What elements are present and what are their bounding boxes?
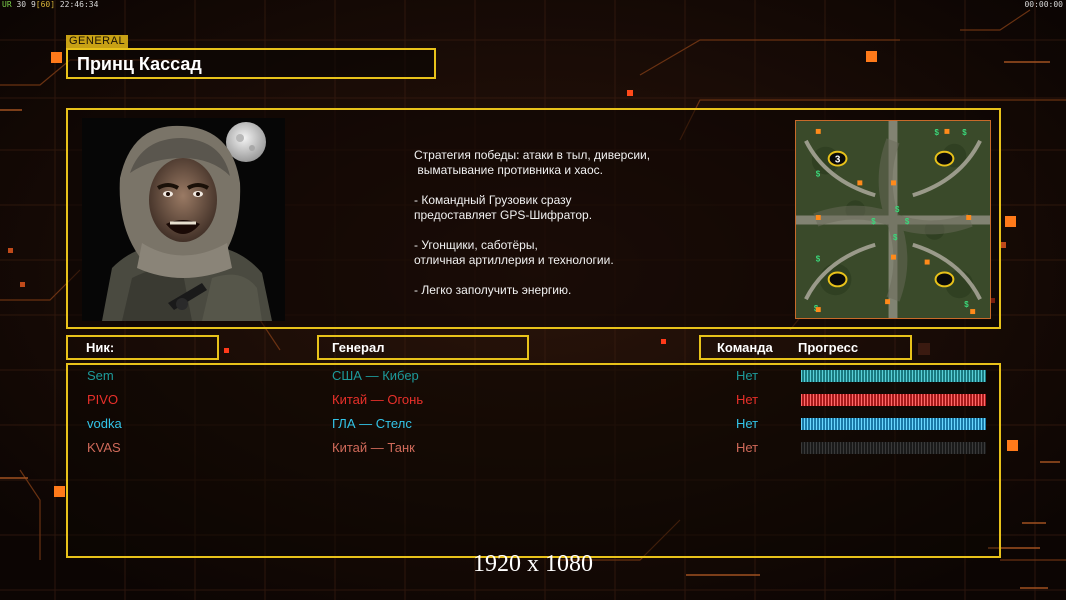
svg-text:$: $	[893, 233, 898, 242]
general-column-header: Генерал	[317, 335, 529, 360]
player-progress-fill	[801, 418, 986, 430]
fps-value-c: [60]	[35, 0, 56, 9]
svg-text:$: $	[962, 128, 967, 137]
player-row[interactable]: PIVO Китай — Огонь Нет	[68, 392, 999, 412]
fps-prefix: UR	[2, 0, 12, 9]
player-progress-bar	[801, 418, 986, 430]
player-team: Нет	[736, 440, 759, 455]
player-progress-bar	[801, 442, 986, 454]
nick-column-header: Ник:	[66, 335, 219, 360]
player-row[interactable]: KVAS Китай — Танк Нет	[68, 440, 999, 460]
player-progress-fill	[801, 394, 986, 406]
svg-text:$: $	[816, 255, 821, 264]
team-header-label: Команда	[717, 340, 773, 355]
player-team: Нет	[736, 368, 759, 383]
progress-header-label: Прогресс	[798, 340, 859, 355]
player-general: Китай — Огонь	[332, 392, 424, 407]
player-progress-bar	[801, 394, 986, 406]
svg-text:$: $	[871, 217, 876, 226]
general-description: Стратегия победы: атаки в тыл, диверсии,…	[414, 148, 651, 297]
resolution-label: 1920 x 1080	[473, 551, 593, 577]
player-nick: PIVO	[87, 392, 119, 407]
player-progress-fill	[801, 370, 986, 382]
player-nick: Sem	[87, 368, 114, 383]
svg-text:$: $	[816, 169, 821, 178]
system-time: 22:46:34	[59, 0, 99, 9]
svg-text:$: $	[895, 205, 900, 214]
player-general: Китай — Танк	[332, 440, 415, 455]
player-team: Нет	[736, 416, 759, 431]
player-nick: KVAS	[87, 440, 121, 455]
player-team: Нет	[736, 392, 759, 407]
general-name: Принц Кассад	[77, 54, 202, 74]
player-progress-bar	[801, 370, 986, 382]
general-info-panel: Стратегия победы: атаки в тыл, диверсии,…	[66, 108, 1001, 329]
player-row[interactable]: vodka ГЛА — Стелс Нет	[68, 416, 999, 436]
player-row[interactable]: Sem США — Кибер Нет	[68, 368, 999, 388]
game-timer: 00:00:00	[1024, 0, 1063, 9]
general-name-panel: Принц Кассад	[66, 48, 436, 79]
player-start-marker: 3	[835, 155, 841, 166]
general-tag: GENERAL	[66, 35, 129, 48]
fps-value-a: 30	[16, 0, 27, 9]
general-header-label: Генерал	[332, 340, 385, 355]
fps-counter: UR 30 9[60] 22:46:34	[2, 0, 98, 9]
player-roster: Sem США — Кибер Нет PIVO Китай — Огонь Нет vod…	[66, 363, 1001, 558]
player-general: США — Кибер	[332, 368, 419, 383]
map-preview[interactable]: 3 $$$ $$$ $$$ $	[795, 120, 991, 319]
svg-text:$: $	[935, 128, 940, 137]
nick-header-label: Ник:	[86, 340, 115, 355]
team-progress-header: Команда Прогресс	[699, 335, 912, 360]
general-portrait	[82, 118, 285, 321]
player-nick: vodka	[87, 416, 122, 431]
svg-text:$: $	[964, 300, 969, 309]
svg-text:$: $	[905, 217, 910, 226]
player-general: ГЛА — Стелс	[332, 416, 412, 431]
